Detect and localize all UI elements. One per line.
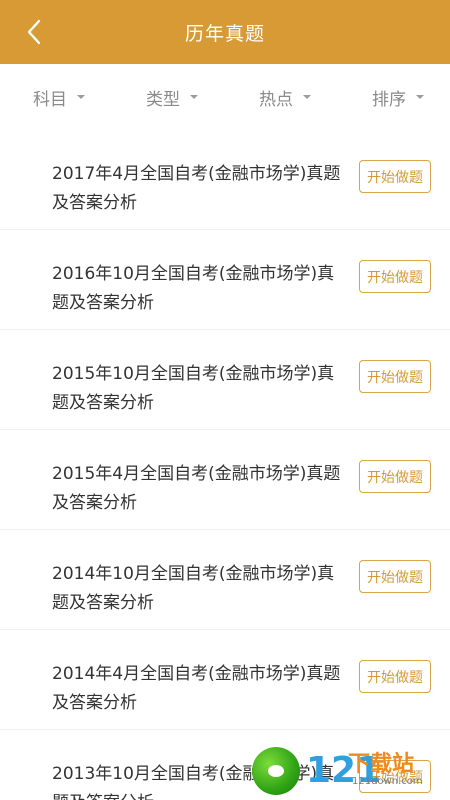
start-quiz-button[interactable]: 开始做题	[359, 760, 431, 793]
filter-bar: 科目 类型 热点 排序	[0, 64, 450, 130]
start-quiz-button[interactable]: 开始做题	[359, 560, 431, 593]
filter-type[interactable]: 类型	[146, 85, 198, 110]
back-button[interactable]	[18, 16, 50, 48]
start-quiz-button[interactable]: 开始做题	[359, 360, 431, 393]
exam-title: 2013年10月全国自考(金融市场学)真题及答案分析	[52, 764, 335, 800]
list-item[interactable]: 2016年10月全国自考(金融市场学)真题及答案分析 开始做题	[0, 230, 450, 330]
caret-down-icon	[416, 95, 424, 99]
exam-title: 2014年4月全国自考(金融市场学)真题及答案分析	[52, 664, 341, 713]
list-item[interactable]: 2017年4月全国自考(金融市场学)真题及答案分析 开始做题	[0, 130, 450, 230]
caret-down-icon	[190, 95, 198, 99]
exam-title: 2016年10月全国自考(金融市场学)真题及答案分析	[52, 264, 335, 313]
list-item[interactable]: 2015年10月全国自考(金融市场学)真题及答案分析 开始做题	[0, 330, 450, 430]
exam-title: 2015年4月全国自考(金融市场学)真题及答案分析	[52, 464, 341, 513]
list-item[interactable]: 2014年10月全国自考(金融市场学)真题及答案分析 开始做题	[0, 530, 450, 630]
list-item[interactable]: 2014年4月全国自考(金融市场学)真题及答案分析 开始做题	[0, 630, 450, 730]
list-item[interactable]: 2013年10月全国自考(金融市场学)真题及答案分析 开始做题	[0, 730, 450, 800]
list-item[interactable]: 2015年4月全国自考(金融市场学)真题及答案分析 开始做题	[0, 430, 450, 530]
start-quiz-button[interactable]: 开始做题	[359, 660, 431, 693]
filter-subject[interactable]: 科目	[33, 85, 85, 110]
start-quiz-button[interactable]: 开始做题	[359, 460, 431, 493]
chevron-left-icon	[27, 19, 41, 45]
exam-title: 2014年10月全国自考(金融市场学)真题及答案分析	[52, 564, 335, 613]
filter-hot[interactable]: 热点	[259, 85, 311, 110]
app-screen: 历年真题 科目 类型 热点 排序 2017年4月全国自考(金融市场学)真题及答案…	[0, 0, 450, 800]
caret-down-icon	[77, 95, 85, 99]
start-quiz-button[interactable]: 开始做题	[359, 160, 431, 193]
filter-sort-label: 排序	[372, 89, 406, 110]
filter-subject-label: 科目	[33, 89, 67, 110]
header-bar: 历年真题	[0, 0, 450, 64]
exam-list: 2017年4月全国自考(金融市场学)真题及答案分析 开始做题 2016年10月全…	[0, 130, 450, 800]
exam-title: 2015年10月全国自考(金融市场学)真题及答案分析	[52, 364, 335, 413]
caret-down-icon	[303, 95, 311, 99]
exam-title: 2017年4月全国自考(金融市场学)真题及答案分析	[52, 164, 341, 213]
filter-sort[interactable]: 排序	[372, 85, 424, 110]
start-quiz-button[interactable]: 开始做题	[359, 260, 431, 293]
filter-hot-label: 热点	[259, 89, 293, 110]
page-title: 历年真题	[184, 22, 265, 45]
filter-type-label: 类型	[146, 89, 180, 110]
